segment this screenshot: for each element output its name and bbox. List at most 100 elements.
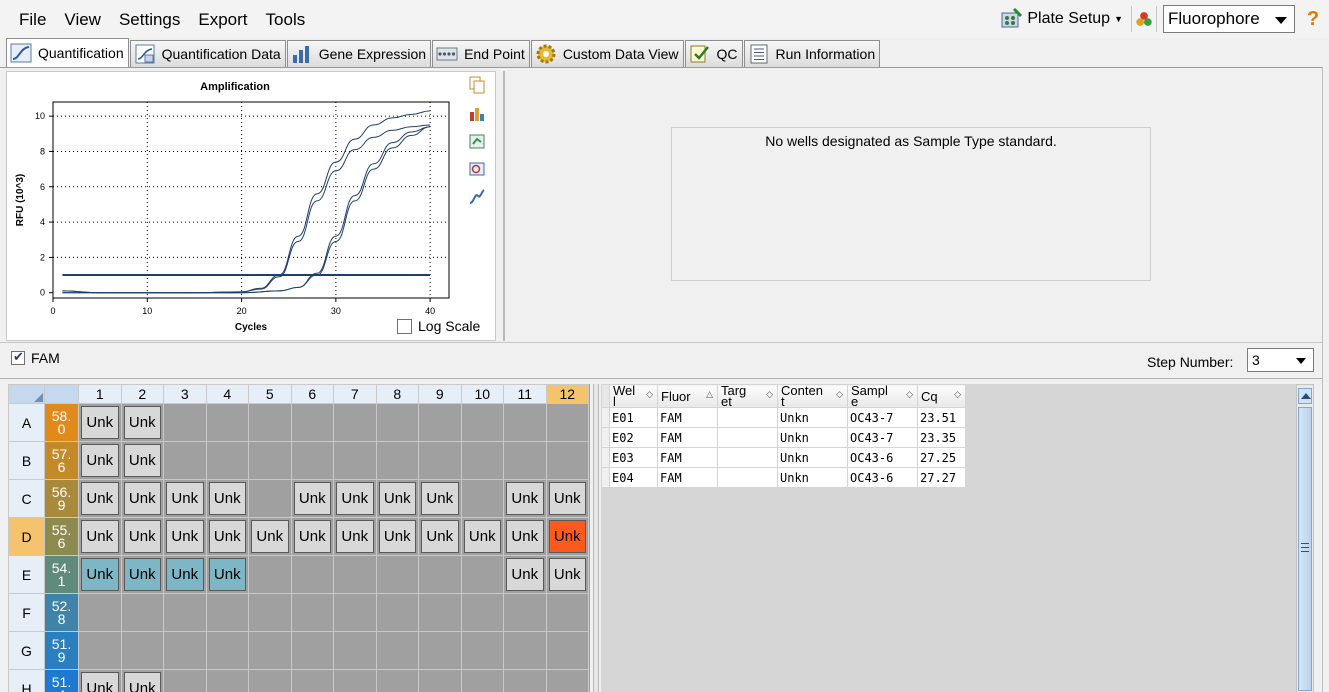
well-F7[interactable] <box>333 593 377 632</box>
well-B11[interactable] <box>503 441 547 480</box>
well-B8[interactable] <box>375 441 419 480</box>
plate-row-header-G[interactable]: G <box>8 631 45 670</box>
chart-settings-icon[interactable] <box>468 104 486 122</box>
well-A4[interactable] <box>205 403 249 442</box>
results-column-header-5[interactable]: Cq ◇ <box>917 384 966 408</box>
copy-icon[interactable] <box>468 76 486 94</box>
fluorophore-select[interactable]: Fluorophore <box>1163 5 1295 33</box>
results-column-header-0[interactable]: Wel l ◇ <box>609 384 658 408</box>
amplification-chart[interactable]: Amplification 0 10 20 30 40 0 2 4 6 8 10 Cycles RFU (… <box>7 72 467 338</box>
tab-end-point[interactable]: End Point <box>432 40 530 67</box>
plate-row-header-B[interactable]: B <box>8 441 45 480</box>
well-H11[interactable] <box>503 669 547 692</box>
well-D1[interactable]: Unk <box>78 517 122 556</box>
log-scale-checkbox[interactable]: Log Scale <box>397 318 480 334</box>
well-F12[interactable] <box>545 593 589 632</box>
well-E8[interactable] <box>375 555 419 594</box>
plate-corner-select-all[interactable] <box>8 384 45 404</box>
help-icon[interactable]: ? <box>1303 8 1323 31</box>
well-H10[interactable] <box>460 669 504 692</box>
well-B4[interactable] <box>205 441 249 480</box>
plate-row-header-C[interactable]: C <box>8 479 45 518</box>
well-E9[interactable] <box>418 555 462 594</box>
well-F10[interactable] <box>460 593 504 632</box>
plate-column-header-1[interactable]: 1 <box>78 384 122 404</box>
well-H6[interactable] <box>290 669 334 692</box>
well-G11[interactable] <box>503 631 547 670</box>
well-H4[interactable] <box>205 669 249 692</box>
tab-run-information[interactable]: Run Information <box>743 40 881 67</box>
well-C10[interactable] <box>460 479 504 518</box>
well-E12[interactable]: Unk <box>545 555 589 594</box>
well-E3[interactable]: Unk <box>163 555 207 594</box>
well-A11[interactable] <box>503 403 547 442</box>
well-A12[interactable] <box>545 403 589 442</box>
well-D4[interactable]: Unk <box>205 517 249 556</box>
tab-quantification-data[interactable]: Quantification Data <box>129 40 286 67</box>
well-H9[interactable] <box>418 669 462 692</box>
plate-row-header-F[interactable]: F <box>8 593 45 632</box>
plate-row-header-A[interactable]: A <box>8 403 45 442</box>
well-C5[interactable] <box>248 479 292 518</box>
plate-column-header-5[interactable]: 5 <box>248 384 292 404</box>
well-C7[interactable]: Unk <box>333 479 377 518</box>
well-D10[interactable]: Unk <box>460 517 504 556</box>
fluorophore-colors-icon[interactable] <box>1131 6 1157 32</box>
row-selector[interactable] <box>601 407 610 428</box>
plate-row-header-H[interactable]: H <box>8 669 45 692</box>
well-G10[interactable] <box>460 631 504 670</box>
well-H1[interactable]: Unk <box>78 669 122 692</box>
well-B3[interactable] <box>163 441 207 480</box>
plate-column-header-11[interactable]: 11 <box>503 384 547 404</box>
plate-column-header-9[interactable]: 9 <box>418 384 462 404</box>
well-B12[interactable] <box>545 441 589 480</box>
plate-column-header-8[interactable]: 8 <box>375 384 419 404</box>
menu-file[interactable]: File <box>10 8 55 32</box>
well-C4[interactable]: Unk <box>205 479 249 518</box>
step-number-select[interactable]: 3 <box>1247 348 1314 372</box>
well-H8[interactable] <box>375 669 419 692</box>
table-row[interactable]: E04 FAM Unkn OC43-6 27.27 <box>601 467 966 488</box>
well-E6[interactable] <box>290 555 334 594</box>
well-E11[interactable]: Unk <box>503 555 547 594</box>
plate-column-header-2[interactable]: 2 <box>120 384 164 404</box>
table-row[interactable]: E02 FAM Unkn OC43-7 23.35 <box>601 427 966 448</box>
well-D2[interactable]: Unk <box>120 517 164 556</box>
well-F2[interactable] <box>120 593 164 632</box>
plate-row-header-E[interactable]: E <box>8 555 45 594</box>
well-D3[interactable]: Unk <box>163 517 207 556</box>
well-D6[interactable]: Unk <box>290 517 334 556</box>
well-H5[interactable] <box>248 669 292 692</box>
well-D7[interactable]: Unk <box>333 517 377 556</box>
results-vertical-scrollbar[interactable] <box>1296 384 1314 692</box>
well-G2[interactable] <box>120 631 164 670</box>
scroll-up-arrow-icon[interactable] <box>1298 388 1312 404</box>
well-G6[interactable] <box>290 631 334 670</box>
well-G1[interactable] <box>78 631 122 670</box>
well-G9[interactable] <box>418 631 462 670</box>
well-F8[interactable] <box>375 593 419 632</box>
well-B10[interactable] <box>460 441 504 480</box>
well-F6[interactable] <box>290 593 334 632</box>
well-C1[interactable]: Unk <box>78 479 122 518</box>
well-C6[interactable]: Unk <box>290 479 334 518</box>
well-C9[interactable]: Unk <box>418 479 462 518</box>
well-B7[interactable] <box>333 441 377 480</box>
well-G7[interactable] <box>333 631 377 670</box>
well-C3[interactable]: Unk <box>163 479 207 518</box>
well-D11[interactable]: Unk <box>503 517 547 556</box>
fam-checkbox-box[interactable]: ✔ <box>11 349 25 365</box>
well-D9[interactable]: Unk <box>418 517 462 556</box>
tab-quantification[interactable]: Quantification <box>6 38 129 67</box>
table-row[interactable]: E01 FAM Unkn OC43-7 23.51 <box>601 407 966 428</box>
well-E4[interactable]: Unk <box>205 555 249 594</box>
well-A7[interactable] <box>333 403 377 442</box>
well-C2[interactable]: Unk <box>120 479 164 518</box>
plate-column-header-3[interactable]: 3 <box>163 384 207 404</box>
well-E1[interactable]: Unk <box>78 555 122 594</box>
well-G4[interactable] <box>205 631 249 670</box>
zoom-icon[interactable] <box>468 160 486 178</box>
well-F5[interactable] <box>248 593 292 632</box>
results-column-header-3[interactable]: Conten t ◇ <box>777 384 848 408</box>
well-A9[interactable] <box>418 403 462 442</box>
